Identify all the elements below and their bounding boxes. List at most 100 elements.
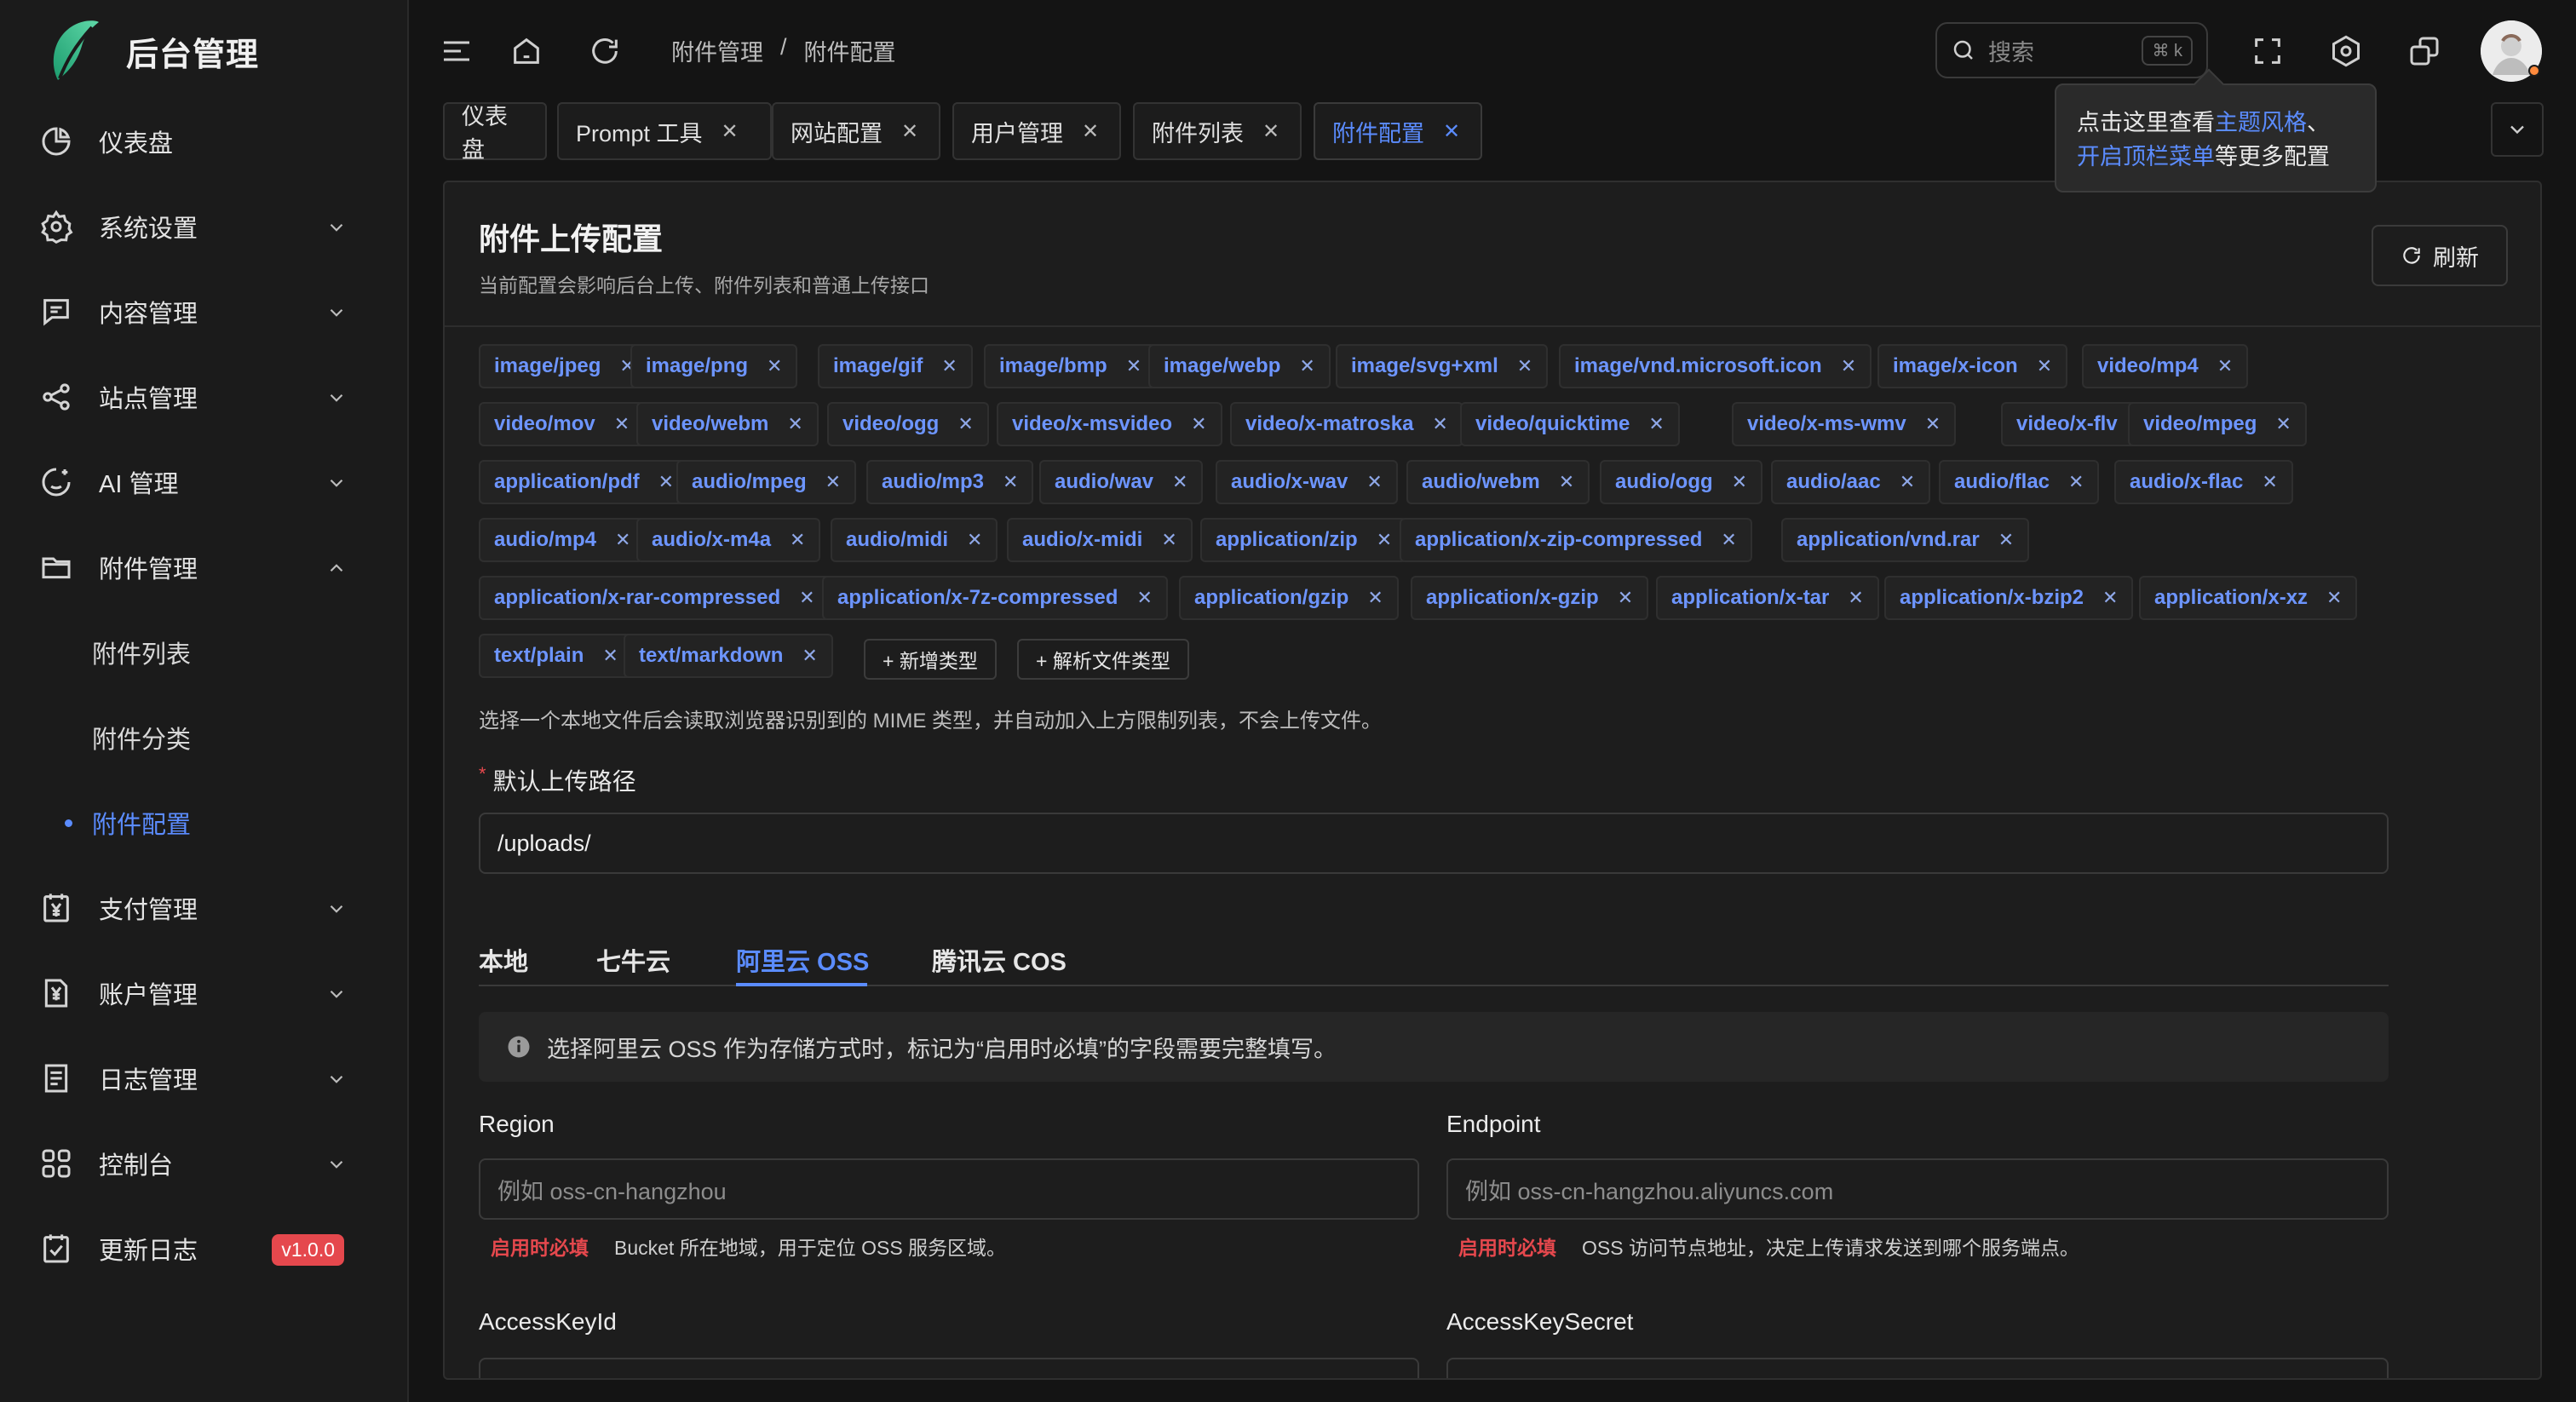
sidebar-item-content[interactable]: 内容管理 xyxy=(27,278,378,346)
close-icon[interactable]: ✕ xyxy=(799,587,814,609)
sidebar-item-site[interactable]: 站点管理 xyxy=(27,363,378,431)
sidebar-item-account[interactable]: 账户管理 xyxy=(27,959,378,1027)
sidebar: 后台管理 仪表盘 系统设置 内容管理 站点管理 AI 管理 附件管理 附件列表 … xyxy=(0,0,409,1402)
close-icon[interactable]: ✕ xyxy=(1367,587,1383,609)
mime-type-label: audio/mp4 xyxy=(494,528,597,551)
close-icon[interactable]: ✕ xyxy=(802,645,817,667)
close-icon[interactable]: ✕ xyxy=(1925,413,1941,435)
tab-storage-qiniu[interactable]: 七牛云 xyxy=(596,942,670,978)
mime-type-label: application/x-gzip xyxy=(1426,586,1599,609)
close-icon[interactable]: ✕ xyxy=(614,413,630,435)
tab-storage-local[interactable]: 本地 xyxy=(479,942,528,978)
close-icon[interactable]: ✕ xyxy=(1161,529,1176,551)
close-icon[interactable]: ✕ xyxy=(1443,119,1460,144)
access-key-secret-input[interactable] xyxy=(1446,1358,2389,1378)
sidebar-item-dashboard[interactable]: 仪表盘 xyxy=(27,107,378,175)
parse-file-type-button[interactable]: + 解析文件类型 xyxy=(1017,639,1189,680)
mime-type-label: image/webp xyxy=(1164,354,1281,377)
close-icon[interactable]: ✕ xyxy=(1648,413,1664,435)
close-icon[interactable]: ✕ xyxy=(1618,587,1633,609)
tab-site-config[interactable]: 网站配置 ✕ xyxy=(772,102,940,160)
close-icon[interactable]: ✕ xyxy=(1998,529,2014,551)
close-icon[interactable]: ✕ xyxy=(1366,471,1382,493)
close-icon[interactable]: ✕ xyxy=(2262,471,2277,493)
sidebar-item-console[interactable]: 控制台 xyxy=(27,1129,378,1198)
close-icon[interactable]: ✕ xyxy=(615,529,630,551)
refresh-button[interactable]: 刷新 xyxy=(2372,225,2508,286)
tab-attachment-config[interactable]: 附件配置 ✕ xyxy=(1314,102,1482,160)
tab-storage-aliyun-oss[interactable]: 阿里云 OSS xyxy=(736,942,869,978)
tab-prompt-tool[interactable]: Prompt 工具 ✕ xyxy=(557,102,772,160)
mime-type-label: video/x-flv xyxy=(2016,412,2118,435)
sidebar-item-logs[interactable]: 日志管理 xyxy=(27,1044,378,1112)
close-icon[interactable]: ✕ xyxy=(2102,587,2118,609)
close-icon[interactable]: ✕ xyxy=(1517,355,1532,377)
tab-attachment-list[interactable]: 附件列表 ✕ xyxy=(1133,102,1302,160)
close-icon[interactable]: ✕ xyxy=(722,119,739,144)
close-icon[interactable]: ✕ xyxy=(1126,355,1141,377)
tab-user-management[interactable]: 用户管理 ✕ xyxy=(952,102,1121,160)
mime-type-label: video/ogg xyxy=(842,412,940,435)
close-icon[interactable]: ✕ xyxy=(1262,119,1279,144)
close-icon[interactable]: ✕ xyxy=(658,471,674,493)
close-icon[interactable]: ✕ xyxy=(602,645,618,667)
search-box[interactable]: 搜索 ⌘ k xyxy=(1935,22,2208,78)
menu-toggle-icon[interactable] xyxy=(440,34,474,68)
close-icon[interactable]: ✕ xyxy=(2275,413,2291,435)
close-icon[interactable]: ✕ xyxy=(825,471,841,493)
close-icon[interactable]: ✕ xyxy=(1003,471,1018,493)
tab-storage-tencent-cos[interactable]: 腾讯云 COS xyxy=(932,942,1067,978)
app-logo[interactable]: 后台管理 xyxy=(48,17,259,85)
mime-type-label: audio/x-flac xyxy=(2130,470,2244,493)
upload-path-input[interactable]: /uploads/ xyxy=(479,813,2389,874)
close-icon[interactable]: ✕ xyxy=(2217,355,2233,377)
close-icon[interactable]: ✕ xyxy=(1841,355,1856,377)
sidebar-subitem-attachment-list[interactable]: 附件列表 xyxy=(92,618,191,687)
settings-hexagon-icon[interactable] xyxy=(2329,34,2363,68)
close-icon[interactable]: ✕ xyxy=(1136,587,1152,609)
fullscreen-icon[interactable] xyxy=(2251,34,2285,68)
close-icon[interactable]: ✕ xyxy=(2326,587,2342,609)
close-icon[interactable]: ✕ xyxy=(1432,413,1447,435)
close-icon[interactable]: ✕ xyxy=(1848,587,1863,609)
tooltip-theme-link[interactable]: 主题风格 xyxy=(2215,110,2307,135)
mime-type-label: audio/mpeg xyxy=(692,470,807,493)
home-icon[interactable] xyxy=(509,34,543,68)
reload-icon[interactable] xyxy=(588,34,622,68)
close-icon[interactable]: ✕ xyxy=(1721,529,1736,551)
close-icon[interactable]: ✕ xyxy=(1732,471,1747,493)
close-icon[interactable]: ✕ xyxy=(790,529,805,551)
folder-icon xyxy=(42,557,71,579)
endpoint-input[interactable]: 例如 oss-cn-hangzhou.aliyuncs.com xyxy=(1446,1158,2389,1220)
sidebar-item-changelog[interactable]: 更新日志 v1.0.0 xyxy=(27,1215,378,1283)
sidebar-item-system[interactable]: 系统设置 xyxy=(27,192,378,261)
close-icon[interactable]: ✕ xyxy=(787,413,802,435)
close-icon[interactable]: ✕ xyxy=(901,119,918,144)
close-icon[interactable]: ✕ xyxy=(1082,119,1099,144)
sidebar-subitem-attachment-category[interactable]: 附件分类 xyxy=(92,704,191,772)
close-icon[interactable]: ✕ xyxy=(2037,355,2052,377)
close-icon[interactable]: ✕ xyxy=(1172,471,1187,493)
tabs-more-button[interactable] xyxy=(2491,102,2544,157)
sidebar-item-attachments[interactable]: 附件管理 xyxy=(27,533,378,601)
close-icon[interactable]: ✕ xyxy=(2068,471,2084,493)
close-icon[interactable]: ✕ xyxy=(1559,471,1574,493)
close-icon[interactable]: ✕ xyxy=(941,355,957,377)
access-key-id-input[interactable] xyxy=(479,1358,1419,1378)
close-icon[interactable]: ✕ xyxy=(1299,355,1314,377)
layout-switch-icon[interactable] xyxy=(2407,34,2441,68)
close-icon[interactable]: ✕ xyxy=(1900,471,1915,493)
tab-dashboard[interactable]: 仪表盘 xyxy=(443,102,547,163)
sidebar-item-ai[interactable]: AI 管理 xyxy=(27,448,378,516)
close-icon[interactable]: ✕ xyxy=(1191,413,1206,435)
close-icon[interactable]: ✕ xyxy=(967,529,982,551)
tooltip-topbar-link[interactable]: 开启顶栏菜单 xyxy=(2077,144,2215,170)
close-icon[interactable]: ✕ xyxy=(767,355,782,377)
region-input[interactable]: 例如 oss-cn-hangzhou xyxy=(479,1158,1419,1220)
sidebar-subitem-attachment-config[interactable]: 附件配置 xyxy=(65,789,191,857)
add-mime-type-button[interactable]: + 新增类型 xyxy=(864,639,997,680)
sidebar-item-payment[interactable]: 支付管理 xyxy=(27,874,378,942)
breadcrumb-item[interactable]: 附件管理 xyxy=(671,34,763,67)
close-icon[interactable]: ✕ xyxy=(1377,529,1392,551)
close-icon[interactable]: ✕ xyxy=(957,413,973,435)
